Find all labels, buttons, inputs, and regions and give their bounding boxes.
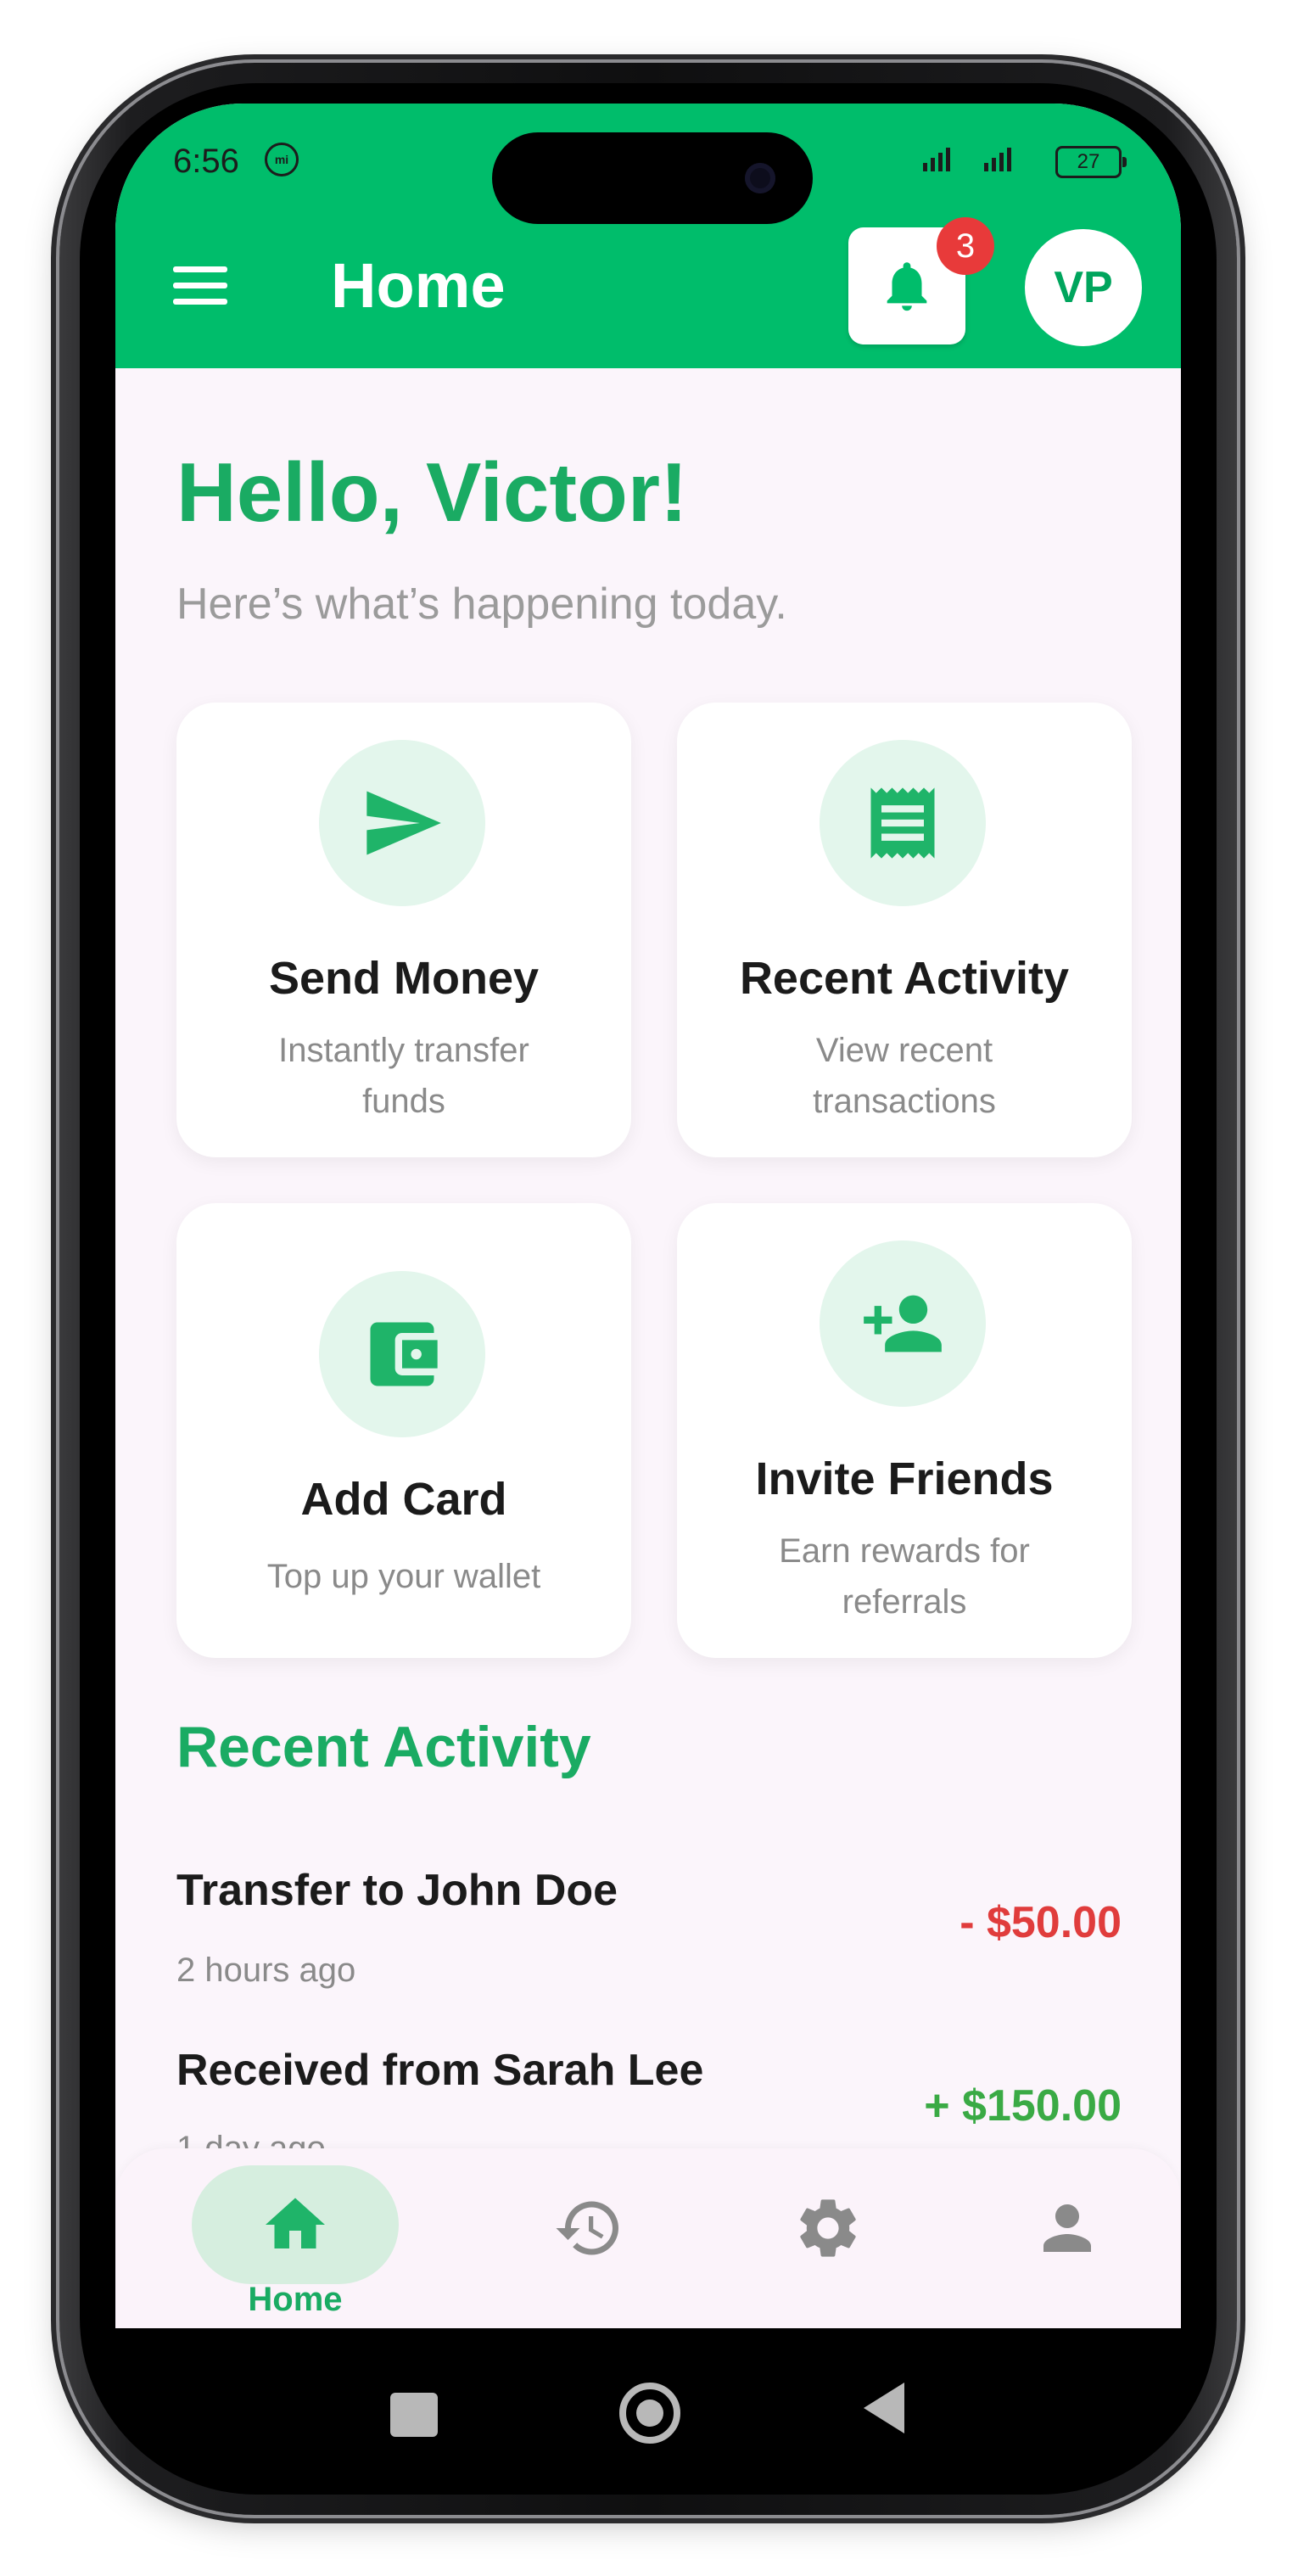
recent-activity-heading: Recent Activity	[176, 1715, 591, 1779]
card-desc-line2: funds	[362, 1083, 445, 1120]
receipt-icon-circle	[820, 740, 986, 906]
camera-icon	[745, 163, 775, 193]
card-desc-line2: transactions	[813, 1083, 996, 1120]
history-icon[interactable]	[553, 2192, 624, 2264]
transaction-title: Transfer to John Doe	[176, 1866, 618, 1915]
greeting-subtitle: Here’s what’s happening today.	[176, 580, 787, 629]
bottom-nav: Home	[115, 2148, 1181, 2328]
page-title: Home	[331, 250, 506, 321]
settings-icon[interactable]	[792, 2192, 864, 2264]
status-time: 6:56	[173, 143, 239, 180]
app-header: 6:56 mi 27 Home 3 VP	[115, 104, 1181, 368]
card-title: Invite Friends	[755, 1453, 1054, 1504]
card-title: Recent Activity	[739, 953, 1070, 1004]
invite-friends-card[interactable]: Invite Friends Earn rewards for referral…	[677, 1203, 1132, 1658]
transaction-amount: - $50.00	[960, 1898, 1122, 1947]
back-button[interactable]	[864, 2383, 904, 2433]
add-person-icon	[864, 1295, 942, 1352]
avatar[interactable]: VP	[1025, 229, 1142, 346]
wallet-icon-circle	[319, 1271, 485, 1437]
nav-label-home: Home	[248, 2281, 343, 2318]
notification-badge: 3	[937, 217, 994, 275]
greeting-title: Hello, Victor!	[176, 445, 688, 539]
signal-icon-2	[984, 146, 1011, 171]
wallet-icon	[370, 1322, 438, 1386]
transaction-title: Received from Sarah Lee	[176, 2046, 704, 2095]
card-title: Add Card	[300, 1474, 507, 1525]
person-icon[interactable]	[1032, 2192, 1103, 2264]
battery-icon: 27	[1055, 146, 1127, 178]
add-card-card[interactable]: Add Card Top up your wallet	[176, 1203, 631, 1658]
home-icon	[266, 2198, 325, 2248]
transaction-amount: + $150.00	[924, 2081, 1122, 2131]
dynamic-island	[492, 132, 813, 224]
bell-icon	[887, 262, 927, 311]
menu-icon[interactable]	[173, 266, 227, 305]
send-money-card[interactable]: Send Money Instantly transfer funds	[176, 703, 631, 1157]
add-person-icon-circle	[820, 1240, 986, 1407]
mi-icon: mi	[265, 143, 299, 176]
card-desc-line1: Earn rewards for	[779, 1532, 1030, 1570]
card-title: Send Money	[268, 953, 540, 1004]
signal-icon	[923, 146, 950, 171]
transaction-time: 2 hours ago	[176, 1952, 356, 1989]
card-desc-line1: View recent	[815, 1032, 993, 1069]
card-desc-line1: Instantly transfer	[278, 1032, 529, 1069]
card-desc-line2: referrals	[842, 1583, 967, 1621]
receipt-icon	[870, 787, 935, 859]
card-desc-line1: Top up your wallet	[266, 1558, 541, 1595]
send-icon-circle	[319, 740, 485, 906]
app-screen: 6:56 mi 27 Home 3 VP Hello, Victor! Here…	[115, 104, 1181, 2328]
home-system-button[interactable]	[619, 2383, 680, 2444]
send-icon	[366, 791, 441, 855]
recent-activity-card[interactable]: Recent Activity View recent transactions	[677, 703, 1132, 1157]
recents-button[interactable]	[390, 2393, 438, 2437]
